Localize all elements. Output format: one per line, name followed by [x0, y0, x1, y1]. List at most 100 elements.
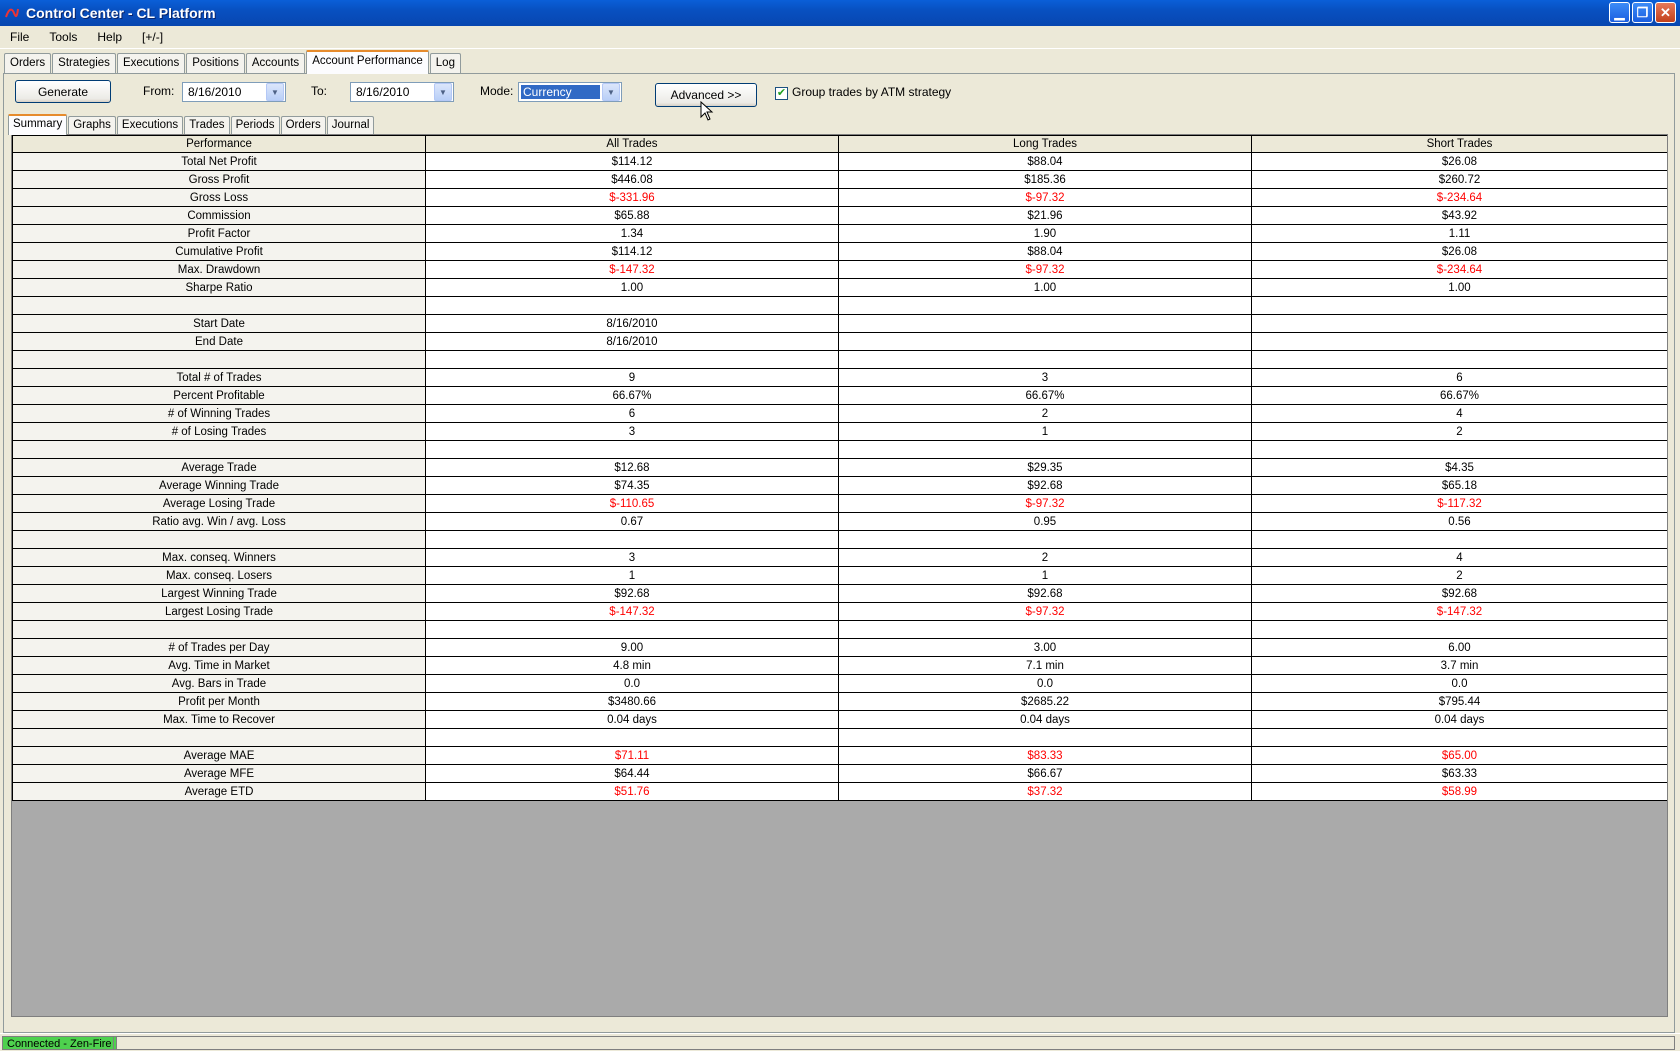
subtab-graphs[interactable]: Graphs: [68, 116, 116, 134]
tab-strategies[interactable]: Strategies: [52, 53, 116, 73]
table-row[interactable]: [12, 440, 1667, 459]
row-label-cell: [12, 350, 426, 369]
value-cell: 2: [1251, 422, 1667, 441]
subtab-periods[interactable]: Periods: [230, 116, 280, 134]
table-row[interactable]: Ratio avg. Win / avg. Loss 0.67 0.95 0.56: [12, 512, 1667, 531]
menu-help[interactable]: Help: [87, 30, 132, 44]
mode-value: Currency: [521, 85, 600, 99]
row-label-cell: Gross Loss: [12, 188, 426, 207]
value-cell: 1.34: [425, 224, 839, 243]
value-cell: [1251, 620, 1667, 639]
value-cell: $74.35: [425, 476, 839, 495]
value-cell: $-234.64: [1251, 260, 1667, 279]
restore-button[interactable]: ❐: [1632, 2, 1653, 23]
table-row[interactable]: # of Trades per Day 9.00 3.00 6.00: [12, 638, 1667, 657]
column-header[interactable]: All Trades: [425, 135, 839, 153]
table-row[interactable]: # of Winning Trades 6 2 4: [12, 404, 1667, 423]
chevron-down-icon[interactable]: ▼: [434, 83, 452, 101]
table-row[interactable]: End Date 8/16/2010: [12, 332, 1667, 351]
minimize-button[interactable]: ▁: [1609, 2, 1630, 23]
table-row[interactable]: [12, 530, 1667, 549]
table-row[interactable]: Sharpe Ratio 1.00 1.00 1.00: [12, 278, 1667, 297]
group-by-atm-checkbox[interactable]: ✔: [775, 87, 788, 100]
connection-status: Connected - Zen-Fire: [2, 1036, 117, 1050]
table-row[interactable]: Avg. Bars in Trade 0.0 0.0 0.0: [12, 674, 1667, 693]
table-row[interactable]: Average Losing Trade $-110.65 $-97.32 $-117…: [12, 494, 1667, 513]
chevron-down-icon[interactable]: ▼: [602, 83, 620, 101]
to-date-picker[interactable]: 8/16/2010 ▼: [350, 82, 454, 102]
performance-grid[interactable]: Performance All Trades Long Trades Short…: [11, 134, 1668, 1017]
value-cell: 6.00: [1251, 638, 1667, 657]
menu-file[interactable]: File: [0, 30, 39, 44]
table-row[interactable]: Total # of Trades 9 3 6: [12, 368, 1667, 387]
table-header-row: Performance All Trades Long Trades Short…: [12, 135, 1667, 153]
table-row[interactable]: Max. conseq. Losers 1 1 2: [12, 566, 1667, 585]
table-row[interactable]: [12, 350, 1667, 369]
tab-positions[interactable]: Positions: [186, 53, 245, 73]
table-row[interactable]: Total Net Profit $114.12 $88.04 $26.08: [12, 152, 1667, 171]
value-cell: [1251, 350, 1667, 369]
row-label-cell: [12, 296, 426, 315]
table-row[interactable]: Average Trade $12.68 $29.35 $4.35: [12, 458, 1667, 477]
table-row[interactable]: Profit per Month $3480.66 $2685.22 $795.44: [12, 692, 1667, 711]
table-row[interactable]: Gross Loss $-331.96 $-97.32 $-234.64: [12, 188, 1667, 207]
subtab-executions[interactable]: Executions: [116, 116, 184, 134]
menu-toggle[interactable]: [+/-]: [132, 30, 173, 44]
subtab-summary[interactable]: Summary: [8, 114, 68, 135]
subtab-trades[interactable]: Trades: [184, 116, 230, 134]
table-row[interactable]: Max. Time to Recover 0.04 days 0.04 days 0.…: [12, 710, 1667, 729]
table-row[interactable]: Largest Winning Trade $92.68 $92.68 $92.68: [12, 584, 1667, 603]
tab-log[interactable]: Log: [429, 53, 461, 73]
value-cell: 0.0: [838, 674, 1252, 693]
mode-label: Mode:: [480, 84, 514, 98]
subtab-orders[interactable]: Orders: [280, 116, 326, 134]
table-row[interactable]: Average MFE $64.44 $66.67 $63.33: [12, 764, 1667, 783]
table-row[interactable]: Largest Losing Trade $-147.32 $-97.32 $-147…: [12, 602, 1667, 621]
tab-orders[interactable]: Orders: [4, 53, 52, 73]
status-message-pane: [113, 1036, 1675, 1050]
tab-accounts[interactable]: Accounts: [245, 53, 306, 73]
table-row[interactable]: Profit Factor 1.34 1.90 1.11: [12, 224, 1667, 243]
table-row[interactable]: [12, 296, 1667, 315]
value-cell: $114.12: [425, 242, 839, 261]
row-label-cell: Average ETD: [12, 782, 426, 801]
close-button[interactable]: ✕: [1655, 2, 1676, 23]
table-row[interactable]: [12, 620, 1667, 639]
mode-select[interactable]: Currency ▼: [518, 82, 622, 102]
value-cell: 1.00: [838, 278, 1252, 297]
tab-executions[interactable]: Executions: [116, 53, 186, 73]
title-bar[interactable]: Control Center - CL Platform ▁ ❐ ✕: [0, 0, 1680, 26]
group-by-atm-label[interactable]: Group trades by ATM strategy: [792, 85, 951, 99]
table-row[interactable]: Avg. Time in Market 4.8 min 7.1 min 3.7 min: [12, 656, 1667, 675]
value-cell: $-147.32: [425, 260, 839, 279]
table-row[interactable]: Average MAE $71.11 $83.33 $65.00: [12, 746, 1667, 765]
subtab-journal[interactable]: Journal: [326, 116, 375, 134]
table-row[interactable]: Gross Profit $446.08 $185.36 $260.72: [12, 170, 1667, 189]
menu-tools[interactable]: Tools: [39, 30, 87, 44]
row-label-cell: [12, 440, 426, 459]
table-row[interactable]: Commission $65.88 $21.96 $43.92: [12, 206, 1667, 225]
table-row[interactable]: Average Winning Trade $74.35 $92.68 $65.18: [12, 476, 1667, 495]
value-cell: [1251, 314, 1667, 333]
table-row[interactable]: Percent Profitable 66.67% 66.67% 66.67%: [12, 386, 1667, 405]
table-row[interactable]: Max. Drawdown $-147.32 $-97.32 $-234.64: [12, 260, 1667, 279]
value-cell: [838, 620, 1252, 639]
column-header[interactable]: Long Trades: [838, 135, 1252, 153]
from-date-picker[interactable]: 8/16/2010 ▼: [182, 82, 286, 102]
table-row[interactable]: Cumulative Profit $114.12 $88.04 $26.08: [12, 242, 1667, 261]
table-row[interactable]: Max. conseq. Winners 3 2 4: [12, 548, 1667, 567]
value-cell: $21.96: [838, 206, 1252, 225]
column-header[interactable]: Short Trades: [1251, 135, 1667, 153]
value-cell: 66.67%: [1251, 386, 1667, 405]
value-cell: $26.08: [1251, 152, 1667, 171]
table-row[interactable]: # of Losing Trades 3 1 2: [12, 422, 1667, 441]
value-cell: 6: [1251, 368, 1667, 387]
table-row[interactable]: [12, 728, 1667, 747]
table-row[interactable]: Start Date 8/16/2010: [12, 314, 1667, 333]
tab-account-performance[interactable]: Account Performance: [306, 50, 429, 74]
value-cell: 2: [838, 404, 1252, 423]
chevron-down-icon[interactable]: ▼: [266, 83, 284, 101]
column-header[interactable]: Performance: [12, 135, 426, 153]
table-row[interactable]: Average ETD $51.76 $37.32 $58.99: [12, 782, 1667, 801]
generate-button[interactable]: Generate: [15, 80, 111, 103]
